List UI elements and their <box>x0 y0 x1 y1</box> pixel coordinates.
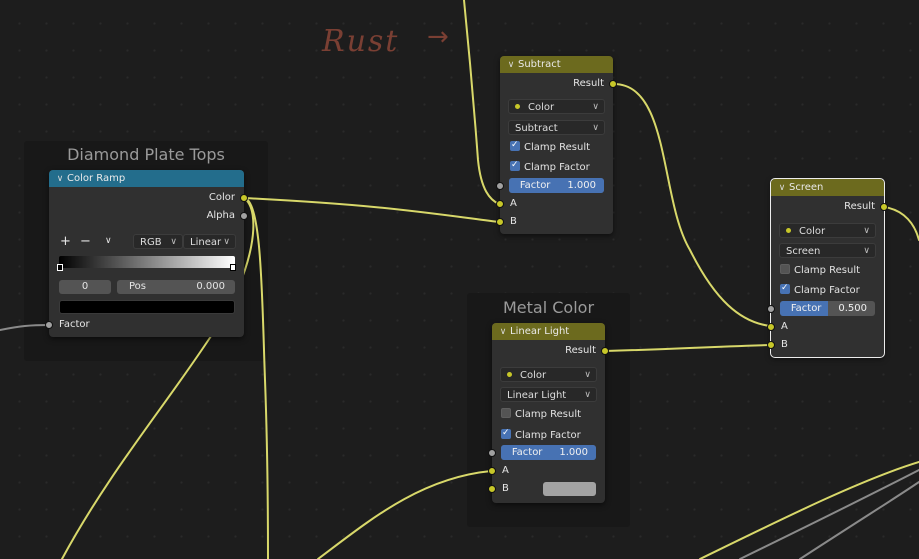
annotation-text: Rust <box>322 24 400 59</box>
socket-input-b[interactable] <box>496 218 504 226</box>
blend-mode-select[interactable]: Screen ∨ <box>779 243 876 258</box>
color-ramp-gradient[interactable] <box>59 256 235 268</box>
input-b-color-swatch[interactable] <box>543 482 596 496</box>
data-type-select[interactable]: Color ∨ <box>508 99 605 114</box>
clamp-factor-checkbox[interactable]: Clamp Factor <box>501 426 581 443</box>
stop-position-field[interactable]: Pos 0.000 <box>117 280 235 294</box>
checkbox-icon <box>501 408 511 418</box>
link-top-to-subtract-a <box>463 0 500 205</box>
checkbox-icon <box>501 426 511 440</box>
ramp-stop-black[interactable] <box>57 264 63 271</box>
factor-slider[interactable]: Factor 1.000 <box>501 445 596 460</box>
socket-input-a[interactable] <box>496 200 504 208</box>
linear-light-node[interactable]: ∨ Linear Light Result Color ∨ Linear Light… <box>488 323 609 503</box>
node-header[interactable]: ∨ Color Ramp <box>49 170 244 187</box>
socket-input-a[interactable] <box>488 467 496 475</box>
socket-output-color[interactable] <box>240 194 248 202</box>
add-stop-button[interactable]: + <box>60 234 71 249</box>
collapse-chevron-icon[interactable]: ∨ <box>506 57 516 74</box>
checkbox-icon <box>510 158 520 172</box>
data-type-select[interactable]: Color ∨ <box>500 367 597 382</box>
socket-output-alpha[interactable] <box>240 212 248 220</box>
remove-stop-button[interactable]: − <box>80 234 91 249</box>
socket-output-result[interactable] <box>601 347 609 355</box>
clamp-result-checkbox[interactable]: Clamp Result <box>501 408 581 422</box>
node-header[interactable]: ∨ Linear Light <box>492 323 605 340</box>
color-socket-icon <box>786 227 791 233</box>
blend-mode-select[interactable]: Linear Light ∨ <box>500 387 597 402</box>
link-bottom-right-gray-1 <box>739 469 919 559</box>
node-title: Linear Light <box>510 326 570 337</box>
color-socket-icon <box>507 371 512 377</box>
clamp-factor-checkbox[interactable]: Clamp Factor <box>510 158 590 175</box>
color-mode-select[interactable]: RGB ∨ <box>133 234 183 249</box>
output-result: Result <box>573 78 604 89</box>
color-ramp-node[interactable]: ∨ Color Ramp Color Alpha + − ∨ RGB ∨ Linea… <box>45 170 248 337</box>
clamp-result-checkbox[interactable]: Clamp Result <box>510 138 590 155</box>
input-a: A <box>502 465 509 476</box>
pos-label: Pos <box>129 281 147 292</box>
interpolation-select[interactable]: Linear ∨ <box>183 234 236 249</box>
input-a: A <box>510 198 517 209</box>
socket-input-factor[interactable] <box>488 449 496 457</box>
link-linear-light-result-to-screen-b <box>604 344 771 352</box>
node-title: Screen <box>789 182 824 193</box>
socket-input-a[interactable] <box>767 323 775 331</box>
link-ramp-down-1 <box>243 197 269 559</box>
output-result: Result <box>565 345 596 356</box>
checkbox-icon <box>780 264 790 274</box>
stop-color-swatch[interactable] <box>59 300 235 314</box>
screen-node[interactable]: ∨ Screen Result Color ∨ Screen ∨ Clamp Resu… <box>767 178 888 358</box>
collapse-chevron-icon[interactable]: ∨ <box>777 180 787 197</box>
node-editor-canvas[interactable]: Diamond Plate Tops Metal Color Rust → ∨ C… <box>0 0 919 559</box>
checkbox-icon <box>780 281 790 295</box>
clamp-factor-checkbox[interactable]: Clamp Factor <box>780 281 860 298</box>
stop-index-field[interactable]: 0 <box>59 280 111 294</box>
node-title: Color Ramp <box>67 173 126 184</box>
socket-input-factor[interactable] <box>767 305 775 313</box>
socket-output-result[interactable] <box>880 203 888 211</box>
factor-slider[interactable]: Factor 0.500 <box>780 301 875 316</box>
collapse-chevron-icon[interactable]: ∨ <box>55 171 65 188</box>
pos-value: 0.000 <box>196 281 225 292</box>
ramp-stop-white[interactable] <box>230 264 236 271</box>
link-subtract-result-to-screen-a <box>613 83 771 327</box>
subtract-node[interactable]: ∨Subtract Result Color∨ Subtract∨ Clamp … <box>496 56 617 234</box>
color-socket-icon <box>515 103 520 109</box>
data-type-select[interactable]: Color ∨ <box>779 223 876 238</box>
link-gray-factor <box>0 324 50 331</box>
input-a: A <box>781 321 788 332</box>
input-factor: Factor <box>59 319 90 330</box>
socket-output-result[interactable] <box>609 80 617 88</box>
factor-slider[interactable]: Factor 1.000 <box>509 178 604 193</box>
annotation-arrow: → <box>427 22 449 52</box>
socket-input-b[interactable] <box>767 341 775 349</box>
node-header[interactable]: ∨ Subtract <box>500 56 613 73</box>
link-screen-result-out <box>883 206 919 241</box>
socket-input-factor[interactable] <box>496 182 504 190</box>
output-alpha: Alpha <box>206 210 235 221</box>
input-b: B <box>781 339 788 350</box>
output-color: Color <box>208 192 235 203</box>
node-header[interactable]: ∨ Screen <box>771 179 884 196</box>
chevron-down-icon[interactable]: ∨ <box>105 236 112 246</box>
node-title: Subtract <box>518 59 561 70</box>
clamp-result-checkbox[interactable]: Clamp Result <box>780 264 860 278</box>
link-bottom-right-1 <box>699 461 919 559</box>
input-b: B <box>510 216 517 227</box>
collapse-chevron-icon[interactable]: ∨ <box>498 324 508 341</box>
socket-input-b[interactable] <box>488 485 496 493</box>
link-ramp-color-to-subtract-b <box>243 197 500 223</box>
link-to-linear-light-a <box>317 470 492 559</box>
output-result: Result <box>844 201 875 212</box>
checkbox-icon <box>510 138 520 152</box>
socket-input-factor[interactable] <box>45 321 53 329</box>
blend-mode-select[interactable]: Subtract ∨ <box>508 120 605 135</box>
